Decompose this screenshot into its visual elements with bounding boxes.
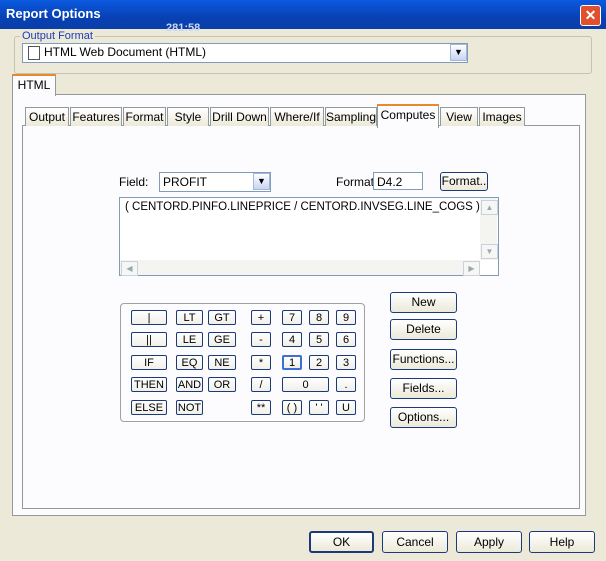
tab-features[interactable]: Features: [70, 107, 122, 126]
calc-key-else[interactable]: ELSE: [131, 400, 167, 415]
calc-key-lt[interactable]: LT: [176, 310, 203, 325]
calc-key-power[interactable]: **: [251, 400, 271, 415]
calc-key-2[interactable]: 2: [309, 355, 329, 370]
calc-key-7[interactable]: 7: [282, 310, 302, 325]
scroll-down-icon[interactable]: ▼: [481, 244, 498, 259]
output-format-label: Output Format: [20, 30, 95, 42]
calc-key-concat[interactable]: ||: [131, 332, 167, 347]
title-ghost-text: 281:58: [166, 22, 201, 34]
help-button[interactable]: Help: [529, 531, 595, 553]
calc-key-5[interactable]: 5: [309, 332, 329, 347]
calc-key-4[interactable]: 4: [282, 332, 302, 347]
calc-key-8[interactable]: 8: [309, 310, 329, 325]
window-title: Report Options: [6, 6, 101, 21]
scroll-left-icon[interactable]: ◀: [121, 261, 138, 276]
scroll-right-icon[interactable]: ▶: [463, 261, 480, 276]
calc-key-or[interactable]: |: [131, 310, 167, 325]
calc-key-ge[interactable]: GE: [208, 332, 236, 347]
calc-key-plus[interactable]: +: [251, 310, 271, 325]
fields-button[interactable]: Fields...: [390, 378, 457, 399]
options-button[interactable]: Options...: [390, 407, 457, 428]
calc-key-divide[interactable]: /: [251, 377, 271, 392]
calc-key-le[interactable]: LE: [176, 332, 203, 347]
new-button[interactable]: New: [390, 292, 457, 313]
calc-key-1[interactable]: 1: [282, 355, 302, 370]
calc-key-parens[interactable]: ( ): [282, 400, 302, 415]
calc-key-decimal[interactable]: .: [336, 377, 356, 392]
chevron-down-icon[interactable]: ▼: [450, 44, 467, 61]
calc-key-and[interactable]: AND: [176, 377, 203, 392]
calc-key-6[interactable]: 6: [336, 332, 356, 347]
expression-text: ( CENTORD.PINFO.LINEPRICE / CENTORD.INVS…: [125, 201, 497, 213]
calc-key-then[interactable]: THEN: [131, 377, 167, 392]
calc-key-3[interactable]: 3: [336, 355, 356, 370]
close-button[interactable]: ✕: [580, 5, 601, 26]
calc-key-not[interactable]: NOT: [176, 400, 203, 415]
field-label: Field:: [119, 175, 149, 189]
tab-images[interactable]: Images: [479, 107, 525, 126]
document-icon: [28, 46, 40, 60]
tab-sampling[interactable]: Sampling: [325, 107, 377, 126]
calc-key-ne[interactable]: NE: [208, 355, 236, 370]
calc-key-eq[interactable]: EQ: [176, 355, 203, 370]
horizontal-scrollbar[interactable]: [120, 260, 480, 275]
tab-computes[interactable]: Computes: [377, 104, 439, 128]
delete-button[interactable]: Delete: [390, 319, 457, 340]
calc-key-minus[interactable]: -: [251, 332, 271, 347]
calc-key-multiply[interactable]: *: [251, 355, 271, 370]
apply-button[interactable]: Apply: [456, 531, 522, 553]
format-input[interactable]: D4.2: [373, 172, 423, 190]
calc-key-quotes[interactable]: ' ': [309, 400, 329, 415]
calc-key-if[interactable]: IF: [131, 355, 167, 370]
output-format-value: HTML Web Document (HTML): [44, 45, 207, 59]
cancel-button[interactable]: Cancel: [382, 531, 448, 553]
tab-where-if[interactable]: Where/If: [270, 107, 324, 126]
calc-key-gt[interactable]: GT: [208, 310, 236, 325]
tab-drill-down[interactable]: Drill Down: [210, 107, 269, 126]
tab-html[interactable]: HTML: [12, 74, 56, 96]
ok-button[interactable]: OK: [309, 531, 374, 553]
format-button[interactable]: Format..: [440, 172, 488, 191]
tab-style[interactable]: Style: [167, 107, 209, 126]
tab-format[interactable]: Format: [123, 107, 166, 126]
calc-key-0[interactable]: 0: [282, 377, 329, 392]
functions-button[interactable]: Functions...: [390, 349, 457, 370]
calc-key-u[interactable]: U: [336, 400, 356, 415]
close-icon: ✕: [584, 7, 597, 23]
tab-output[interactable]: Output: [25, 107, 69, 126]
tab-view[interactable]: View: [440, 107, 478, 126]
chevron-down-icon[interactable]: ▼: [253, 173, 270, 190]
field-value: PROFIT: [163, 175, 207, 189]
calc-key-or-word[interactable]: OR: [208, 377, 236, 392]
format-label: Format:: [336, 175, 378, 189]
calc-key-9[interactable]: 9: [336, 310, 356, 325]
scroll-up-icon[interactable]: ▲: [481, 200, 498, 215]
